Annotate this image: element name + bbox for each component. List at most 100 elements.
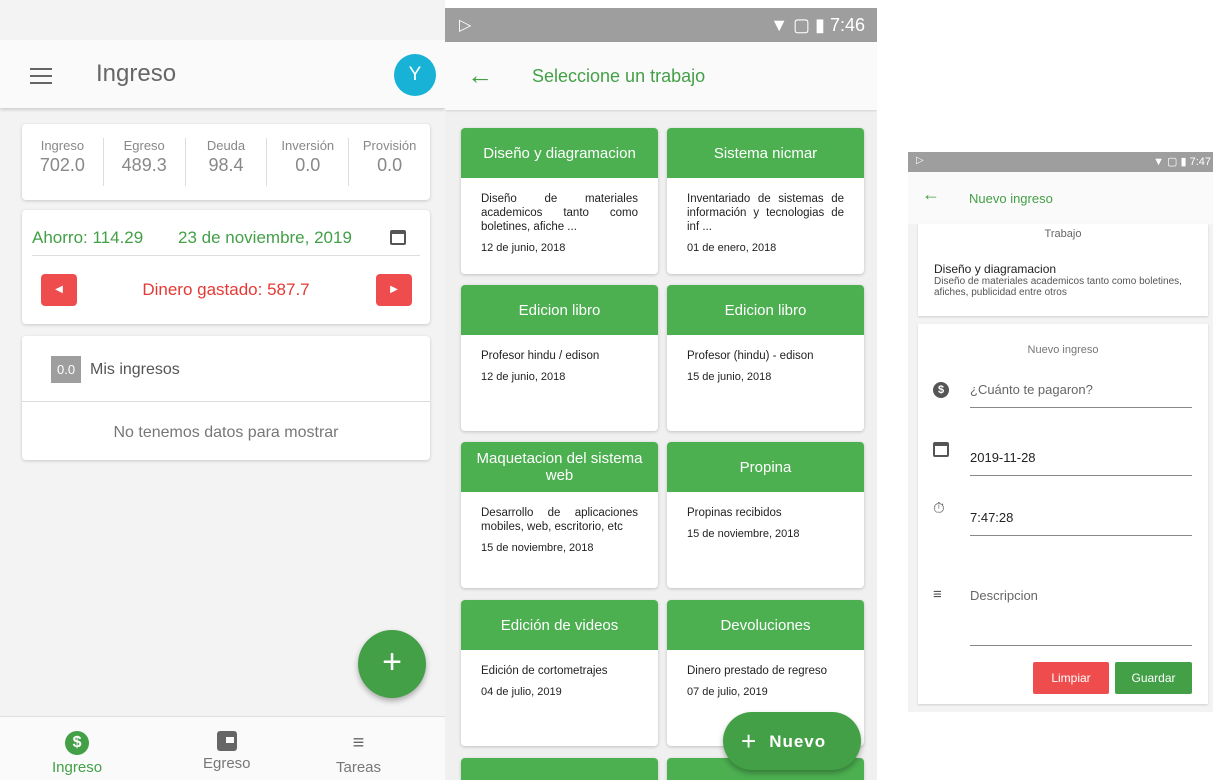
income-count-badge: 0.0 — [51, 356, 82, 383]
stat-label: Provisión — [362, 138, 417, 153]
page-title: Ingreso — [96, 60, 177, 87]
job-card[interactable]: Edicion libro Profesor (hindu) - edison 15… — [667, 285, 864, 431]
income-form: Nuevo ingreso $ ¿Cuánto te pagaron? 2019… — [918, 324, 1208, 704]
nav-egreso[interactable]: Egreso — [203, 731, 251, 772]
calendar-icon[interactable] — [390, 230, 406, 245]
stat-ingreso: Ingreso 702.0 — [22, 138, 104, 186]
stat-value: 98.4 — [208, 155, 244, 175]
app-bar: ← Seleccione un trabajo — [445, 42, 877, 110]
stat-value: 0.0 — [377, 155, 403, 175]
amount-input[interactable]: ¿Cuánto te pagaron? — [970, 382, 1192, 408]
back-arrow-icon[interactable]: ← — [467, 60, 493, 91]
job-title: Edición de videos — [461, 600, 658, 650]
nav-label: Tareas — [336, 759, 382, 776]
description-input[interactable]: Descripcion — [970, 588, 1192, 646]
job-date: 15 de noviembre, 2018 — [481, 542, 594, 554]
timer-icon: ⏱ — [933, 500, 945, 517]
stat-label: Inversión — [281, 138, 335, 153]
wallet-icon — [216, 731, 237, 751]
summary-card: Ingreso 702.0 Egreso 489.3 Deuda 98.4 Inver… — [22, 124, 430, 200]
job-description: Edición de cortometrajes — [481, 665, 608, 677]
list-icon: ≡ — [352, 732, 365, 754]
stat-provision: Provisión 0.0 — [349, 138, 430, 186]
job-card[interactable]: Propina Propinas recibidos 15 de noviembre… — [667, 442, 864, 588]
job-date: 12 de junio, 2018 — [481, 371, 566, 383]
selected-job-card[interactable]: Trabajo Diseño y diagramacion Diseño de … — [918, 224, 1208, 316]
job-title: Edicion libro — [667, 285, 864, 335]
add-income-button[interactable]: + — [358, 630, 426, 698]
dollar-icon: $ — [65, 731, 90, 755]
job-title: Propina — [667, 442, 864, 492]
new-income-screen: ▷ ▼ ▢ ▮ 7:47 ← Nuevo ingreso Trabajo Dis… — [908, 152, 1213, 712]
back-arrow-icon[interactable]: ← — [922, 184, 940, 205]
job-description: Diseño de materiales academicos tanto co… — [481, 193, 638, 233]
job-title: Devoluciones — [667, 600, 864, 650]
job-title: Sistema nicmar — [667, 128, 864, 178]
stat-value: 489.3 — [121, 155, 167, 175]
job-description: Desarrollo de aplicaciones mobiles, web,… — [481, 507, 638, 533]
form-title: Nuevo ingreso — [1027, 344, 1099, 356]
clear-button[interactable]: Limpiar — [1033, 662, 1109, 694]
play-icon: ▷ — [459, 17, 472, 34]
my-income-card: 0.0 Mis ingresos No tenemos datos para m… — [22, 336, 430, 460]
calendar-icon — [933, 442, 949, 457]
job-date: 01 de enero, 2018 — [687, 242, 777, 254]
menu-icon[interactable] — [30, 68, 52, 89]
save-button[interactable]: Guardar — [1115, 662, 1192, 694]
job-card[interactable]: Edicion libro Profesor hindu / edison 12 d… — [461, 285, 658, 431]
dollar-icon: $ — [933, 382, 949, 398]
job-date: 15 de junio, 2018 — [687, 371, 772, 383]
savings-amount: Ahorro: 114.29 — [32, 228, 144, 247]
next-day-button[interactable]: ▶ — [376, 274, 412, 306]
status-icons: ▼ ▢ ▮ 7:46 — [770, 15, 865, 35]
job-description: Propinas recibidos — [687, 507, 782, 519]
stat-value: 702.0 — [39, 155, 85, 175]
nav-tareas[interactable]: ≡ Tareas — [336, 731, 381, 776]
job-card-partial[interactable] — [461, 758, 658, 780]
time-input[interactable]: 7:47:28 — [970, 510, 1192, 536]
job-card[interactable]: Sistema nicmar Inventariado de sistemas d… — [667, 128, 864, 274]
avatar[interactable]: Y — [394, 54, 436, 96]
app-bar: Ingreso Y — [0, 40, 445, 108]
stat-label: Egreso — [123, 138, 165, 153]
money-spent: Dinero gastado: 587.7 — [142, 280, 310, 299]
stat-egreso: Egreso 489.3 — [104, 138, 186, 186]
job-card[interactable]: Diseño y diagramacion Diseño de materiale… — [461, 128, 658, 274]
new-job-button[interactable]: + Nuevo — [723, 712, 861, 770]
job-section-label: Trabajo — [1044, 228, 1082, 240]
bottom-navigation: $ Ingreso Egreso ≡ Tareas — [0, 716, 445, 780]
savings-card: Ahorro: 114.29 23 de noviembre, 2019 ◀ D… — [22, 210, 430, 324]
stat-value: 0.0 — [295, 155, 321, 175]
job-description: Diseño de materiales academicos tanto co… — [934, 276, 1182, 298]
ingreso-screen: Ingreso Y Ingreso 702.0 Egreso 489.3 Deuda… — [0, 0, 445, 780]
stat-deuda: Deuda 98.4 — [186, 138, 268, 186]
select-job-screen: ▷ ▼ ▢ ▮ 7:46 ← Seleccione un trabajo Dis… — [445, 8, 877, 780]
nav-label: Ingreso — [52, 759, 103, 776]
status-time: 7:46 — [829, 15, 865, 35]
job-title: Edicion libro — [461, 285, 658, 335]
page-title: Seleccione un trabajo — [532, 66, 706, 86]
stat-label: Deuda — [206, 138, 246, 153]
job-description: Inventariado de sistemas de información … — [687, 193, 844, 233]
job-card[interactable]: Maquetacion del sistema web Desarrollo de… — [461, 442, 658, 588]
status-time: 7:47 — [1189, 156, 1211, 168]
job-title: Diseño y diagramacion — [461, 128, 658, 178]
stat-label: Ingreso — [40, 138, 85, 153]
job-title: Maquetacion del sistema web — [461, 442, 658, 492]
new-job-label: Nuevo — [769, 732, 827, 751]
nav-label: Egreso — [203, 755, 251, 772]
current-date: 23 de noviembre, 2019 — [178, 228, 352, 247]
job-description: Profesor (hindu) - edison — [687, 350, 814, 362]
date-input[interactable]: 2019-11-28 — [970, 450, 1192, 476]
stat-inversion: Inversión 0.0 — [267, 138, 350, 186]
plus-icon: + — [741, 726, 758, 756]
page-title: Nuevo ingreso — [969, 191, 1053, 206]
my-income-label: Mis ingresos — [90, 361, 180, 378]
job-date: 07 de julio, 2019 — [687, 686, 768, 698]
list-icon: ≡ — [933, 586, 942, 603]
job-date: 12 de junio, 2018 — [481, 242, 566, 254]
nav-ingreso[interactable]: $ Ingreso — [52, 731, 102, 776]
empty-state-text: No tenemos datos para mostrar — [113, 424, 339, 441]
job-name: Diseño y diagramacion — [934, 262, 1057, 276]
job-card[interactable]: Edición de videos Edición de cortometraje… — [461, 600, 658, 746]
